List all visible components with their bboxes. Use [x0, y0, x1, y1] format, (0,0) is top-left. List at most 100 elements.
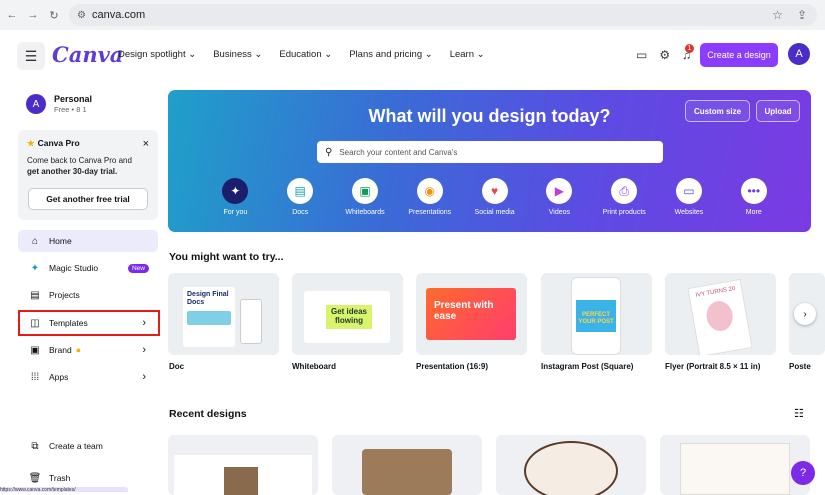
sidebar-item-magic-studio[interactable]: ✦ Magic Studio New	[18, 257, 158, 279]
trash-icon: 🗑	[28, 472, 42, 484]
browser-toolbar: ← → ↻ ⚙ canva.com ☆ ⇪	[0, 0, 825, 30]
video-icon: ▶	[546, 178, 573, 204]
category-label: Presentations	[408, 209, 452, 216]
address-bar[interactable]: ⚙ canva.com ☆ ⇪	[69, 4, 817, 26]
category-docs[interactable]: ▤ Docs	[268, 178, 333, 216]
category-print-products[interactable]: ⎙ Print products	[592, 178, 657, 216]
nav-menu: Design spotlight ⌄ Business ⌄ Education …	[118, 49, 502, 60]
doc-thumbnail[interactable]: Design Final Docs	[168, 273, 279, 355]
doc-icon: ▤	[287, 178, 314, 204]
extensions-icon[interactable]: ⇪	[797, 8, 807, 22]
flyer-preview-text: IVY TURNS 20	[695, 285, 736, 299]
sidebar-item-brand[interactable]: ▣ Brand ● ›	[18, 339, 158, 361]
category-label: Social media	[474, 209, 515, 216]
card-label-doc[interactable]: Doc	[169, 362, 184, 371]
sidebar-item-projects[interactable]: ▤ Projects	[18, 284, 158, 306]
presentation-icon: ◉	[416, 178, 443, 204]
doc-preview-text: Design Final Docs	[187, 291, 229, 306]
sidebar-item-label: Apps	[49, 372, 69, 382]
create-team-button[interactable]: ⧉ Create a team	[18, 435, 158, 457]
printer-icon: ⎙	[611, 178, 638, 204]
recent-design-preview	[680, 443, 790, 495]
recent-designs-title: Recent designs	[169, 408, 247, 420]
home-icon: ⌂	[31, 235, 39, 247]
promo-text: Come back to Canva Pro and	[27, 156, 132, 165]
search-input[interactable]: ⚲ Search your content and Canva's	[317, 141, 663, 163]
team-icon: ⧉	[31, 440, 39, 452]
help-button[interactable]: ?	[791, 461, 815, 485]
account-plan: Free • 8 1	[54, 105, 87, 114]
sidebar-item-apps[interactable]: ⁞⁞⁞ Apps ›	[18, 366, 158, 388]
promo-text-bold: get another 30-day trial.	[27, 167, 118, 176]
nav-item-learn[interactable]: Learn ⌄	[450, 49, 485, 60]
account-switcher[interactable]: A Personal Free • 8 1	[26, 94, 92, 114]
card-label-poster[interactable]: Poste	[789, 362, 825, 371]
sidebar: A Personal Free • 8 1 ★ Canva Pro × Come b…	[0, 84, 168, 492]
nav-item-education[interactable]: Education ⌄	[279, 49, 332, 60]
category-label: Print products	[602, 209, 646, 216]
whiteboard-icon: ▣	[351, 178, 378, 204]
card-label-flyer[interactable]: Flyer (Portrait 8.5 × 11 in)	[665, 362, 760, 371]
brand-icon: ▣	[30, 344, 40, 356]
sidebar-item-home[interactable]: ⌂ Home	[18, 230, 158, 252]
crown-icon: ●	[75, 345, 82, 355]
category-label: Docs	[292, 209, 309, 216]
free-trial-button[interactable]: Get another free trial	[28, 188, 148, 210]
presentation-thumbnail[interactable]: Present with ease	[416, 273, 527, 355]
card-label-whiteboard[interactable]: Whiteboard	[292, 362, 336, 371]
whiteboard-preview-text: Get ideas flowing	[326, 305, 372, 329]
menu-icon[interactable]: ☰	[17, 42, 45, 70]
site-settings-icon[interactable]: ⚙	[77, 10, 86, 21]
star-icon: ★	[27, 138, 35, 148]
recent-design-card[interactable]	[496, 435, 646, 495]
recent-design-card[interactable]	[660, 435, 810, 495]
upload-button[interactable]: Upload	[756, 100, 800, 122]
category-social-media[interactable]: ♥ Social media	[462, 178, 527, 216]
settings-icon[interactable]: ⚙	[659, 48, 670, 62]
custom-size-button[interactable]: Custom size	[685, 100, 750, 122]
sidebar-item-trash[interactable]: 🗑 Trash	[18, 467, 158, 489]
flyer-thumbnail[interactable]: IVY TURNS 20	[665, 273, 776, 355]
carousel-next-button[interactable]: ›	[794, 303, 816, 325]
doc-preview: Design Final Docs	[183, 287, 235, 347]
sparkle-icon: ✦	[222, 178, 249, 204]
recent-design-card[interactable]	[332, 435, 482, 495]
instagram-thumbnail[interactable]: PERFECT YOUR POST	[541, 273, 652, 355]
search-placeholder: Search your content and Canva's	[339, 147, 458, 157]
canva-logo[interactable]: Canva	[52, 42, 123, 67]
chevron-right-icon: ›	[142, 371, 146, 383]
recent-design-card[interactable]	[168, 435, 318, 495]
category-more[interactable]: ••• More	[721, 178, 786, 216]
create-team-label: Create a team	[49, 441, 103, 451]
instagram-preview-text: PERFECT YOUR POST	[576, 300, 616, 332]
recent-design-preview	[362, 449, 452, 495]
bookmark-star-icon[interactable]: ☆	[772, 8, 783, 22]
nav-item-business[interactable]: Business ⌄	[213, 49, 262, 60]
heart-icon: ♥	[481, 178, 508, 204]
avatar[interactable]: A	[788, 43, 810, 65]
card-label-presentation[interactable]: Presentation (16:9)	[416, 362, 488, 371]
category-whiteboards[interactable]: ▣ Whiteboards	[333, 178, 398, 216]
reload-icon[interactable]: ↻	[45, 6, 63, 24]
create-design-button[interactable]: Create a design	[700, 43, 778, 67]
card-label-instagram[interactable]: Instagram Post (Square)	[541, 362, 633, 371]
category-websites[interactable]: ▭ Websites	[657, 178, 722, 216]
nav-item-plans-pricing[interactable]: Plans and pricing ⌄	[349, 49, 432, 60]
hero-banner: What will you design today? Custom size …	[168, 90, 811, 232]
new-badge: New	[127, 263, 149, 273]
forward-icon[interactable]: →	[24, 6, 42, 24]
desktop-app-icon[interactable]: ▭	[636, 48, 647, 62]
close-icon[interactable]: ×	[143, 138, 149, 150]
category-label: Whiteboards	[345, 209, 385, 216]
back-icon[interactable]: ←	[3, 6, 21, 24]
category-videos[interactable]: ▶ Videos	[527, 178, 592, 216]
category-for-you[interactable]: ✦ For you	[203, 178, 268, 216]
category-presentations[interactable]: ◉ Presentations	[397, 178, 462, 216]
sparkle-icon: ✦	[30, 262, 40, 274]
list-view-icon[interactable]: ☷	[794, 407, 804, 420]
sidebar-item-label: Brand	[49, 345, 72, 355]
whiteboard-thumbnail[interactable]: Get ideas flowing	[292, 273, 403, 355]
nav-item-design-spotlight[interactable]: Design spotlight ⌄	[118, 49, 196, 60]
account-name: Personal	[54, 94, 93, 104]
notification-badge: 1	[685, 44, 694, 53]
